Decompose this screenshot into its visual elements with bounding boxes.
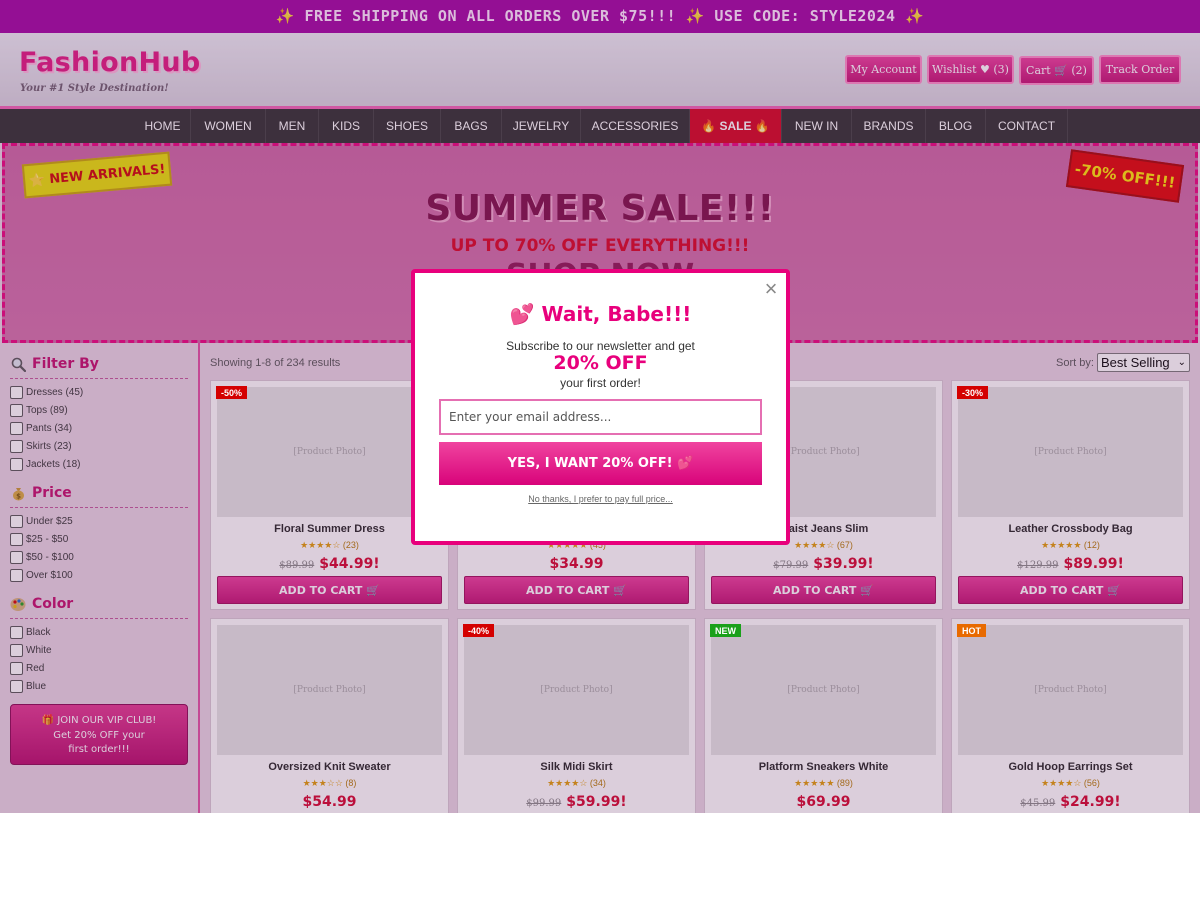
newsletter-modal: × 💕 Wait, Babe!!! Subscribe to our newsl… [411, 269, 790, 545]
discount-badge: -50% [216, 386, 248, 399]
subscribe-button[interactable]: YES, I WANT 20% OFF! 💕 [439, 442, 762, 485]
discount-badge: NEW [710, 624, 741, 637]
close-icon[interactable]: × [761, 278, 781, 300]
discount-badge: HOT [957, 624, 986, 637]
modal-text: Subscribe to our newsletter and get [506, 339, 695, 353]
modal-title: 💕 Wait, Babe!!! [509, 302, 692, 326]
modal-text-2: your first order! [560, 376, 641, 390]
modal-discount: 20% OFF [553, 352, 648, 374]
page: ✨ FREE SHIPPING ON ALL ORDERS OVER $75!!… [0, 0, 1200, 813]
discount-badge: -30% [957, 386, 989, 399]
discount-badge: -40% [463, 624, 495, 637]
no-thanks-link[interactable]: No thanks, I prefer to pay full price... [415, 494, 786, 504]
email-input[interactable] [439, 399, 762, 435]
